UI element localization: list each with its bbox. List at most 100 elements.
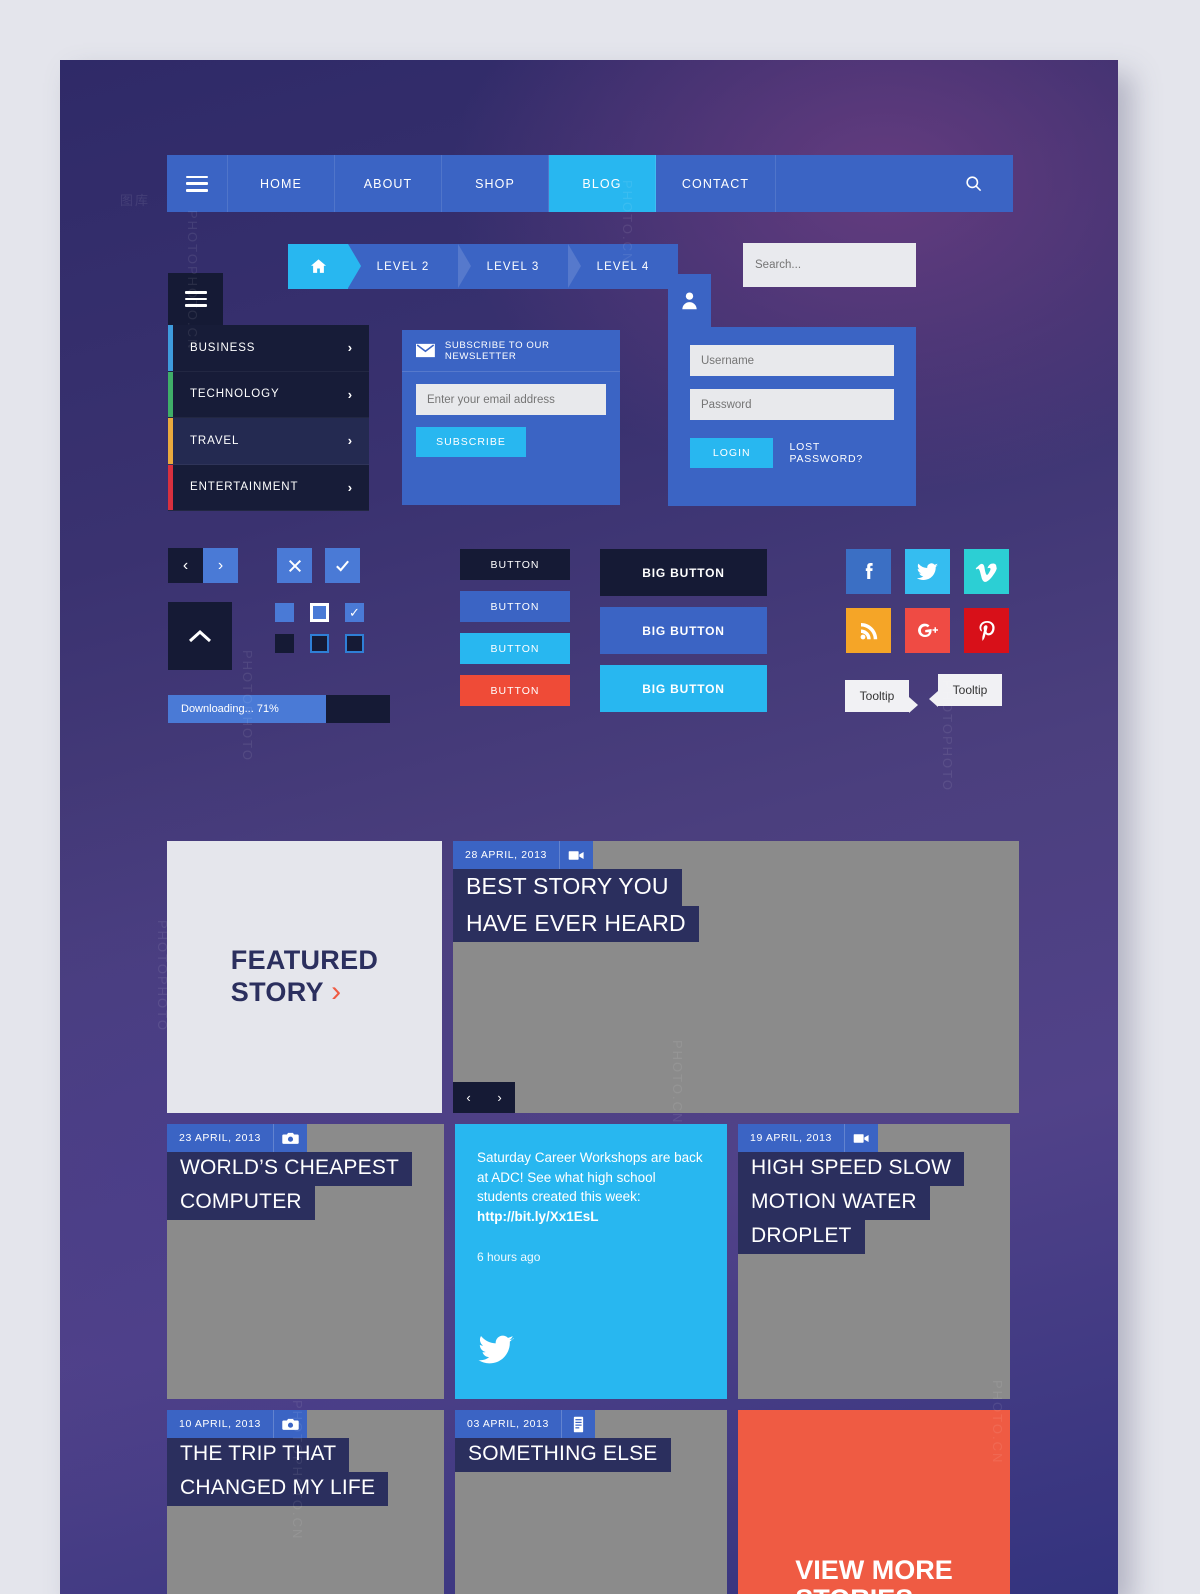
nav-hamburger-button[interactable]: [167, 155, 228, 212]
social-pinterest-button[interactable]: [964, 608, 1009, 653]
button-red[interactable]: BUTTON: [460, 675, 570, 706]
checkbox-dark-unchecked[interactable]: [275, 634, 294, 653]
breadcrumb-home[interactable]: [288, 244, 361, 289]
blog-card-something-else[interactable]: 03 APRIL, 2013 SOMETHING ELSE: [455, 1410, 727, 1594]
card-title-line: HAVE EVER HEARD: [453, 905, 699, 943]
category-item-entertainment[interactable]: ENTERTAINMENT ›: [168, 464, 369, 511]
nav-item-about[interactable]: ABOUT: [335, 155, 442, 212]
category-menu: BUSINESS › TECHNOLOGY › TRAVEL › ENTERTA…: [168, 325, 369, 511]
category-menu-toggle[interactable]: [168, 273, 223, 325]
checkbox-checked[interactable]: ✓: [345, 603, 364, 622]
category-item-business[interactable]: BUSINESS ›: [168, 325, 369, 372]
tweet-timestamp: 6 hours ago: [477, 1250, 541, 1265]
confirm-button[interactable]: [325, 548, 360, 583]
category-item-travel[interactable]: TRAVEL ›: [168, 418, 369, 465]
search-input[interactable]: [755, 259, 909, 271]
social-twitter-button[interactable]: [905, 549, 950, 594]
card-title: BEST STORY YOU HAVE EVER HEARD: [453, 869, 699, 943]
checkbox-unchecked[interactable]: [275, 603, 294, 622]
video-camera-icon: [844, 1124, 878, 1152]
big-button-cyan[interactable]: BIG BUTTON: [600, 665, 767, 712]
card-date: 28 APRIL, 2013: [453, 841, 560, 869]
card-title: SOMETHING ELSE: [455, 1438, 671, 1472]
blog-row-1: FEATURED STORY › 28 APRIL, 2013 BEST STO…: [167, 841, 1020, 1113]
card-meta: 28 APRIL, 2013: [453, 841, 593, 869]
camera-icon: [273, 1410, 307, 1438]
blog-card-best-story[interactable]: 28 APRIL, 2013 BEST STORY YOU HAVE EVER …: [453, 841, 1019, 1113]
breadcrumb-level-2[interactable]: LEVEL 2: [348, 244, 458, 289]
pager-next-button[interactable]: ›: [203, 548, 238, 583]
button-cyan[interactable]: BUTTON: [460, 633, 570, 664]
button-dark[interactable]: BUTTON: [460, 549, 570, 580]
blog-card-cheapest-computer[interactable]: 23 APRIL, 2013 WORLD’S CHEAPEST COMPUTER: [167, 1124, 444, 1399]
card-title-line: HIGH SPEED SLOW: [738, 1152, 965, 1186]
scroll-top-button[interactable]: [168, 602, 232, 670]
newsletter-header: SUBSCRIBE TO OUR NEWSLETTER: [402, 330, 620, 372]
breadcrumb-level-3[interactable]: LEVEL 3: [458, 244, 568, 289]
category-accent-bar: [168, 464, 173, 510]
big-button-blue[interactable]: BIG BUTTON: [600, 607, 767, 654]
twitter-icon: [477, 1330, 517, 1375]
nav-item-label: CONTACT: [681, 176, 750, 191]
cancel-button[interactable]: [277, 548, 312, 583]
chevron-left-icon: ‹: [466, 1090, 471, 1105]
pager-prev-button[interactable]: ‹: [168, 548, 203, 583]
featured-story-card[interactable]: FEATURED STORY ›: [167, 841, 442, 1113]
social-rss-button[interactable]: [846, 608, 891, 653]
category-label: BUSINESS: [190, 341, 256, 354]
nav-item-label: BLOG: [582, 176, 622, 191]
card-title-line: THE TRIP THAT: [167, 1438, 350, 1472]
nav-item-shop[interactable]: SHOP: [442, 155, 549, 212]
category-item-technology[interactable]: TECHNOLOGY ›: [168, 371, 369, 418]
checkbox-group: ✓: [275, 603, 364, 665]
card-date: 10 APRIL, 2013: [167, 1410, 274, 1438]
rss-icon: [860, 622, 877, 639]
slider-next-button[interactable]: ›: [484, 1082, 515, 1113]
button-blue[interactable]: BUTTON: [460, 591, 570, 622]
checkbox-dark-focused[interactable]: [310, 634, 329, 653]
small-button-stack: BUTTON BUTTON BUTTON BUTTON: [460, 549, 570, 717]
social-icon-grid: [846, 549, 1009, 653]
lost-password-link[interactable]: LOST PASSWORD?: [789, 441, 894, 465]
social-facebook-button[interactable]: [846, 549, 891, 594]
blog-card-the-trip[interactable]: 10 APRIL, 2013 THE TRIP THAT CHANGED MY …: [167, 1410, 444, 1594]
newsletter-email-input[interactable]: [416, 384, 606, 415]
chevron-up-icon: [188, 629, 212, 643]
envelope-icon: [416, 343, 435, 358]
slider-prev-button[interactable]: ‹: [453, 1082, 484, 1113]
video-camera-icon: [559, 841, 593, 869]
big-button-stack: BIG BUTTON BIG BUTTON BIG BUTTON: [600, 549, 767, 723]
tweet-link[interactable]: http://bit.ly/Xx1EsL: [477, 1209, 599, 1224]
pinterest-icon: [979, 620, 995, 641]
view-more-text: VIEW MORE STORIES ›: [795, 1555, 953, 1594]
social-googleplus-button[interactable]: [905, 608, 950, 653]
breadcrumb-level-4[interactable]: LEVEL 4: [568, 244, 678, 289]
blog-card-water-droplet[interactable]: 19 APRIL, 2013 HIGH SPEED SLOW MOTION WA…: [738, 1124, 1010, 1399]
nav-search-button[interactable]: [933, 155, 1013, 212]
view-more-stories-card[interactable]: VIEW MORE STORIES ›: [738, 1410, 1010, 1594]
password-input[interactable]: [690, 389, 894, 420]
main-navigation-bar: HOME ABOUT SHOP BLOG CONTACT: [167, 155, 1013, 212]
big-button-dark[interactable]: BIG BUTTON: [600, 549, 767, 596]
chevron-right-icon: ›: [921, 1584, 930, 1594]
card-title: THE TRIP THAT CHANGED MY LIFE: [167, 1438, 389, 1506]
nav-item-home[interactable]: HOME: [228, 155, 335, 212]
pager-arrow-group: ‹ ›: [168, 548, 238, 583]
checkbox-focused[interactable]: [310, 603, 329, 622]
login-button[interactable]: LOGIN: [690, 438, 774, 468]
nav-item-contact[interactable]: CONTACT: [656, 155, 776, 212]
card-title-line: MOTION WATER: [738, 1185, 930, 1220]
login-user-tab[interactable]: [668, 274, 711, 327]
card-date: 19 APRIL, 2013: [738, 1124, 845, 1152]
checkbox-dark-checked[interactable]: [345, 634, 364, 653]
card-title-line: BEST STORY YOU: [453, 869, 682, 906]
breadcrumb-label: LEVEL 3: [486, 260, 540, 273]
username-input[interactable]: [690, 345, 894, 376]
blog-card-tweet[interactable]: Saturday Career Workshops are back at AD…: [455, 1124, 727, 1399]
vimeo-icon: [975, 562, 997, 582]
watermark: 图库: [120, 193, 151, 208]
social-vimeo-button[interactable]: [964, 549, 1009, 594]
newsletter-subscribe-button[interactable]: SUBSCRIBE: [416, 427, 526, 457]
nav-item-blog[interactable]: BLOG: [549, 155, 656, 212]
checkmark-icon: [336, 560, 349, 572]
